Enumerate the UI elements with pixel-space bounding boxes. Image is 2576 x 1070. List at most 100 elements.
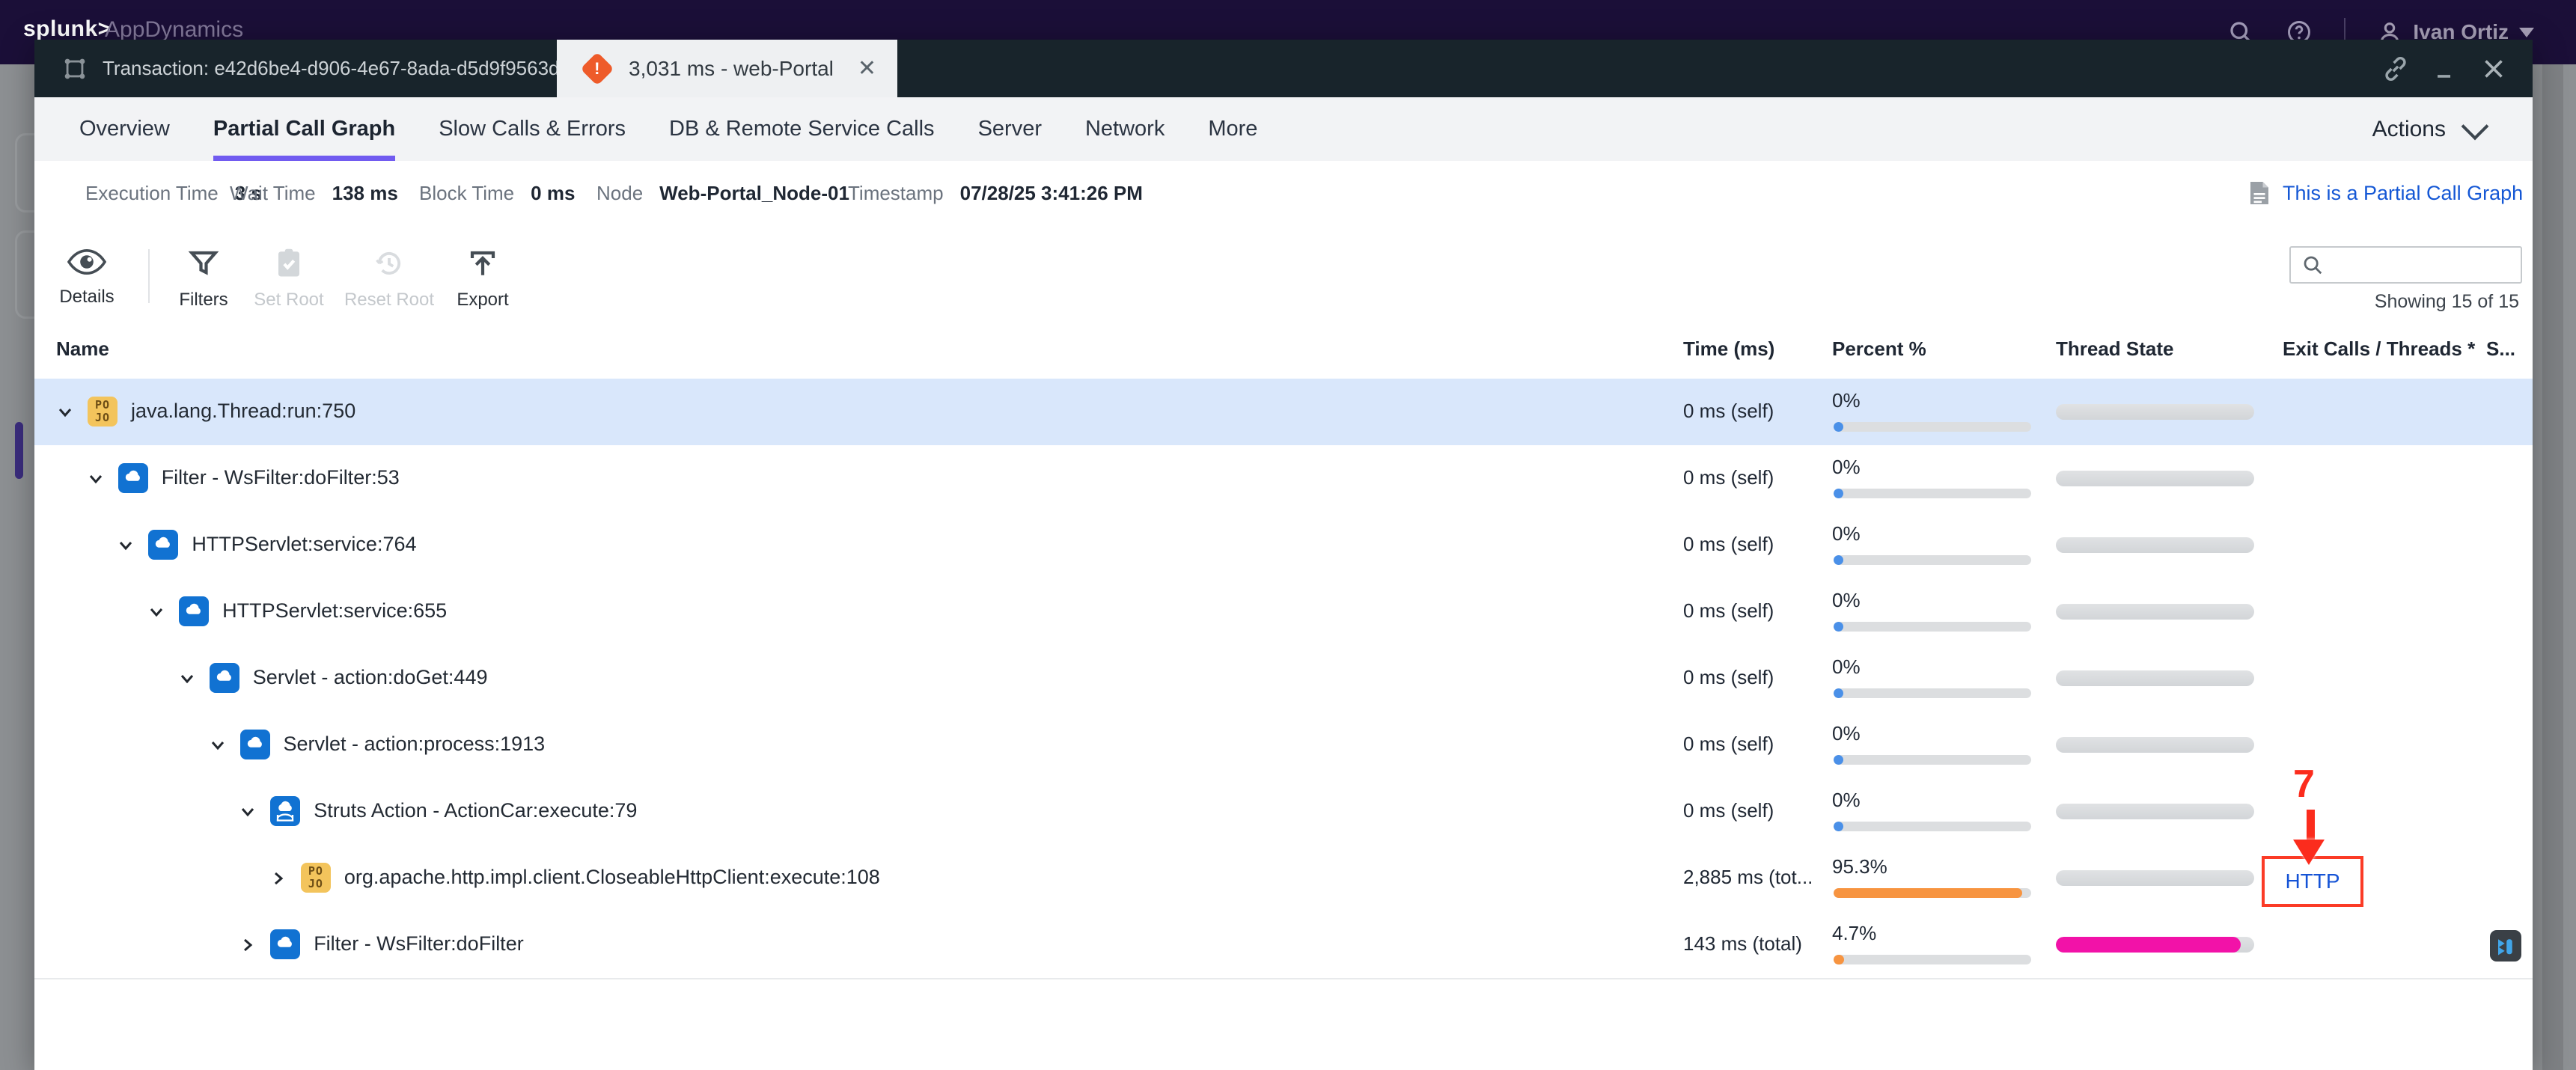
collapse-chevron-icon[interactable] <box>178 670 196 688</box>
tab-close-icon[interactable]: ✕ <box>858 55 876 82</box>
node-time: 0 ms (self) <box>1683 533 1774 555</box>
minimize-icon[interactable] <box>2432 56 2458 82</box>
stat-value: 138 ms <box>332 181 398 204</box>
collapse-chevron-icon[interactable] <box>56 403 74 421</box>
node-percent: 0% <box>1832 522 1861 545</box>
node-time: 0 ms (self) <box>1683 666 1774 688</box>
chevron-down-icon <box>2461 112 2489 140</box>
call-graph-tree: PO JO java.lang.Thread:run:750 0 ms (self) 0… <box>34 379 2533 979</box>
eye-icon <box>67 248 106 276</box>
details-button[interactable]: Details <box>34 248 139 308</box>
close-icon[interactable] <box>2480 55 2507 82</box>
showing-count: Showing 15 of 15 <box>2374 291 2519 312</box>
reset-root-label: Reset Root <box>344 290 435 310</box>
product-name: AppDynamics <box>105 17 244 42</box>
snapshot-tab[interactable]: ! 3,031 ms - web-Portal ✕ <box>557 40 897 97</box>
tab-network[interactable]: Network <box>1085 97 1165 161</box>
percent-bar <box>1834 822 2031 831</box>
export-button[interactable]: Export <box>430 248 535 311</box>
partial-call-graph-link[interactable]: This is a Partial Call Graph <box>2283 182 2523 205</box>
table-row[interactable]: Filter - WsFilter:doFilter:53 0 ms (self)… <box>34 445 2533 513</box>
table-row[interactable]: HTTPServlet:service:764 0 ms (self) 0% <box>34 512 2533 580</box>
column-s-truncated[interactable]: S... <box>2486 337 2515 361</box>
actions-dropdown[interactable]: Actions <box>2372 97 2489 161</box>
stat-label: Node <box>596 181 644 204</box>
search-icon <box>2301 254 2324 276</box>
history-icon <box>373 248 405 279</box>
stat-label: Execution Time <box>85 181 219 204</box>
node-percent: 0% <box>1832 789 1861 811</box>
collapse-chevron-icon[interactable] <box>117 536 135 554</box>
window-title-text: Transaction: e42d6be4-d906-4e67-8ada-d5d… <box>103 57 580 79</box>
node-percent: 0% <box>1832 456 1861 478</box>
call-graph-search[interactable] <box>2289 246 2522 284</box>
exit-call-http-button[interactable]: HTTP <box>2262 856 2363 907</box>
table-row[interactable]: Servlet - action:process:1913 0 ms (self)… <box>34 712 2533 780</box>
node-time: 0 ms (self) <box>1683 733 1774 755</box>
background-accent <box>15 422 23 479</box>
snapshot-icon[interactable] <box>2490 930 2521 962</box>
filters-label: Filters <box>179 290 228 310</box>
window-header: Transaction: e42d6be4-d906-4e67-8ada-d5d… <box>34 40 2533 97</box>
column-percent[interactable]: Percent % <box>1832 337 1926 361</box>
node-name: Struts Action - ActionCar:execute:79 <box>314 799 638 822</box>
stat-value: 0 ms <box>531 181 576 204</box>
column-thread-state[interactable]: Thread State <box>2056 337 2174 361</box>
node-percent: 0% <box>1832 722 1861 745</box>
tab-partial-call-graph[interactable]: Partial Call Graph <box>213 97 396 161</box>
copy-link-icon[interactable] <box>2381 55 2410 83</box>
expand-chevron-icon[interactable] <box>239 936 257 954</box>
collapse-chevron-icon[interactable] <box>239 803 257 821</box>
export-icon <box>467 248 498 279</box>
tab-overview[interactable]: Overview <box>79 97 170 161</box>
servlet-icon <box>270 929 301 959</box>
expand-chevron-icon[interactable] <box>269 869 287 887</box>
thread-state-bar <box>2056 604 2254 620</box>
stat-label: Wait Time <box>230 181 316 204</box>
thread-state-bar <box>2056 804 2254 819</box>
call-graph-table-header: Name Time (ms) Percent % Thread State Ex… <box>34 324 2533 383</box>
tab-slow-calls-errors[interactable]: Slow Calls & Errors <box>439 97 626 161</box>
reset-root-button: Reset Root <box>337 248 442 311</box>
node-time: 0 ms (self) <box>1683 400 1774 422</box>
table-row[interactable]: Struts Action - ActionCar:execute:79 0 ms… <box>34 778 2533 846</box>
snapshot-stats: Execution Time 3 s Wait Time 138 ms Block … <box>34 161 2533 227</box>
thread-state-bar <box>2056 670 2254 686</box>
collapse-chevron-icon[interactable] <box>209 736 227 754</box>
collapse-chevron-icon[interactable] <box>87 470 105 488</box>
chevron-down-icon <box>2519 27 2534 37</box>
window-title: Transaction: e42d6be4-d906-4e67-8ada-d5d… <box>62 40 580 97</box>
percent-bar <box>1834 888 2031 898</box>
table-row[interactable]: HTTPServlet:service:655 0 ms (self) 0% <box>34 578 2533 646</box>
column-time[interactable]: Time (ms) <box>1683 337 1774 361</box>
snapshot-tab-label: 3,031 ms - web-Portal <box>629 56 834 80</box>
document-icon <box>2250 182 2268 204</box>
tab-more[interactable]: More <box>1208 97 1257 161</box>
table-row[interactable]: PO JO java.lang.Thread:run:750 0 ms (self) 0… <box>34 379 2533 447</box>
table-row[interactable]: Filter - WsFilter:doFilter 143 ms (total)… <box>34 911 2533 979</box>
pojo-icon: PO JO <box>300 863 331 893</box>
column-exit-calls[interactable]: Exit Calls / Threads * <box>2283 337 2475 361</box>
background-scrollbar <box>2542 64 2563 1070</box>
stat-label: Timestamp <box>848 181 944 204</box>
servlet-icon <box>239 730 270 759</box>
node-name: org.apache.http.impl.client.CloseableHtt… <box>344 866 880 888</box>
table-row[interactable]: Servlet - action:doGet:449 0 ms (self) 0% <box>34 645 2533 713</box>
percent-bar <box>1834 688 2031 698</box>
tab-db-remote-service-calls[interactable]: DB & Remote Service Calls <box>669 97 935 161</box>
table-row[interactable]: PO JO org.apache.http.impl.client.Closeabl… <box>34 845 2533 913</box>
search-input[interactable] <box>2333 254 2508 276</box>
stat-value: 07/28/25 3:41:26 PM <box>959 181 1143 204</box>
node-name: Servlet - action:process:1913 <box>283 733 546 755</box>
percent-bar <box>1834 489 2031 498</box>
column-name[interactable]: Name <box>56 337 109 361</box>
percent-bar <box>1834 555 2031 565</box>
collapse-chevron-icon[interactable] <box>147 603 165 621</box>
tab-bar: Overview Partial Call Graph Slow Calls &… <box>34 97 2533 164</box>
thread-state-bar <box>2056 937 2254 953</box>
node-name: Servlet - action:doGet:449 <box>252 666 488 688</box>
set-root-button: Set Root <box>236 248 341 311</box>
thread-state-bar <box>2056 870 2254 886</box>
node-name: Filter - WsFilter:doFilter:53 <box>161 466 400 489</box>
tab-server[interactable]: Server <box>978 97 1042 161</box>
